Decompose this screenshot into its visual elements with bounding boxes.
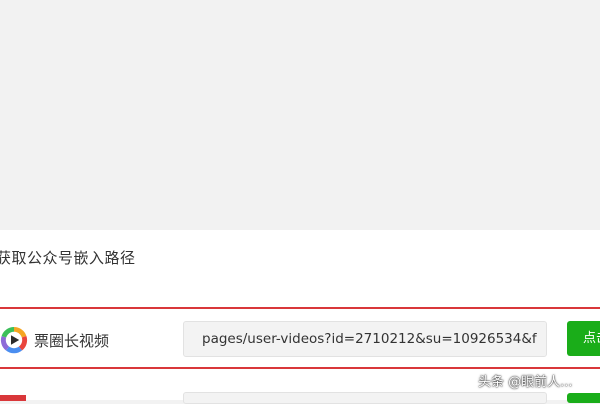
embed-path-field[interactable]: pages/user-videos?id=2710212&su=10926534…: [183, 321, 547, 357]
play-logo-icon: [0, 326, 28, 354]
second-row-button[interactable]: [567, 393, 600, 403]
click-button[interactable]: 点击: [567, 321, 600, 356]
section-title: 获取公众号嵌入路径: [0, 249, 136, 267]
second-row-path-field[interactable]: [183, 392, 547, 404]
blank-top-area: [0, 0, 600, 230]
second-row-accent: [0, 395, 26, 401]
app-name-label: 票圈长视频: [34, 332, 110, 350]
watermark-text: 头条 @眼前人...: [478, 375, 573, 390]
